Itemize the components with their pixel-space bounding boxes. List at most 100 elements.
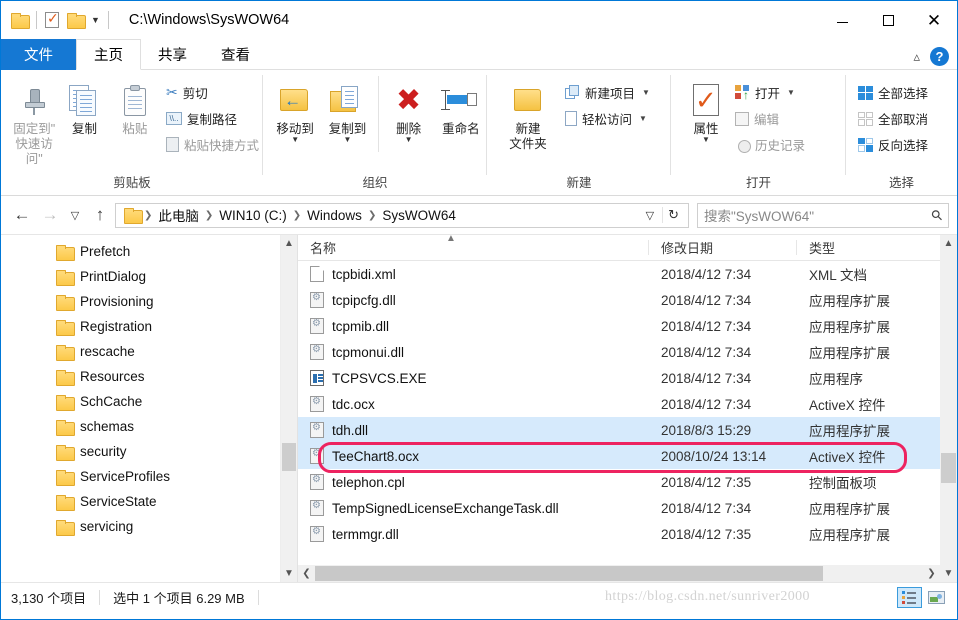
copy-path-icon: \\.. xyxy=(165,112,182,125)
tab-file[interactable]: 文件 xyxy=(1,39,76,70)
table-row[interactable]: tcpmib.dll 2018/4/12 7:34 应用程序扩展 xyxy=(298,313,957,339)
recent-locations-button[interactable]: ▽ xyxy=(65,202,85,228)
chevron-up-icon[interactable]: ▵ xyxy=(913,49,920,65)
copy-path-button[interactable]: \\.. 复制路径 xyxy=(165,107,263,130)
scroll-up-icon[interactable]: ▲ xyxy=(281,235,297,252)
table-row[interactable]: TempSignedLicenseExchangeTask.dll 2018/4… xyxy=(298,495,957,521)
breadcrumb-item-win10-c[interactable]: WIN10 (C:) xyxy=(216,208,290,223)
folder-icon xyxy=(56,244,75,261)
close-button[interactable]: ✕ xyxy=(911,1,957,39)
nav-item-rescache[interactable]: rescache xyxy=(1,339,297,364)
table-row[interactable]: tdh.dll 2018/8/3 15:29 应用程序扩展 xyxy=(298,417,957,443)
column-header-date[interactable]: 修改日期 xyxy=(649,235,797,260)
new-folder-icon[interactable] xyxy=(67,13,86,29)
breadcrumb-item-syswow64[interactable]: SysWOW64 xyxy=(379,208,459,223)
ribbon: 固定到" 快速访问" 复制 粘贴 ✂ 剪切 \\.. 复制路径 粘贴快捷方式 剪… xyxy=(1,70,957,196)
move-to-icon: ← xyxy=(278,80,312,122)
new-item-button[interactable]: 新建项目 ▼ xyxy=(565,81,654,104)
paste-button[interactable]: 粘贴 xyxy=(110,76,160,137)
maximize-button[interactable] xyxy=(865,1,911,39)
nav-item-resources[interactable]: Resources xyxy=(1,364,297,389)
nav-item-security[interactable]: security xyxy=(1,439,297,464)
copy-to-button[interactable]: 复制到 ▼ xyxy=(321,76,373,144)
table-row[interactable]: telephon.cpl 2018/4/12 7:35 控制面板项 xyxy=(298,469,957,495)
tab-view[interactable]: 查看 xyxy=(204,39,267,70)
nav-item-provisioning[interactable]: Provisioning xyxy=(1,289,297,314)
scroll-up-icon[interactable]: ▲ xyxy=(940,235,957,252)
item-count: 3,130 个项目 xyxy=(11,590,87,606)
table-row[interactable]: tcpbidi.xml 2018/4/12 7:34 XML 文档 xyxy=(298,261,957,287)
delete-button[interactable]: ✖ 删除 ▼ xyxy=(382,76,434,144)
copy-button[interactable]: 复制 xyxy=(59,76,109,137)
tab-share[interactable]: 共享 xyxy=(141,39,204,70)
search-box[interactable]: 搜索"SysWOW64" ⚲ xyxy=(697,202,949,228)
horizontal-scrollbar[interactable]: ❮ ❯ xyxy=(298,565,940,582)
breadcrumb[interactable]: ❯ 此电脑 ❯ WIN10 (C:) ❯ Windows ❯ SysWOW64 … xyxy=(115,202,689,228)
nav-item-serviceprofiles[interactable]: ServiceProfiles xyxy=(1,464,297,489)
scroll-down-icon[interactable]: ▼ xyxy=(281,565,297,582)
history-button[interactable]: 历史记录 xyxy=(735,133,809,156)
new-folder-button[interactable]: 新建 文件夹 xyxy=(495,76,561,152)
ocx-file-icon xyxy=(310,448,324,464)
help-icon[interactable]: ? xyxy=(930,47,949,66)
chevron-down-icon[interactable]: ▼ xyxy=(91,15,100,25)
table-row[interactable]: TCPSVCS.EXE 2018/4/12 7:34 应用程序 xyxy=(298,365,957,391)
scroll-down-icon[interactable]: ▼ xyxy=(940,565,957,582)
select-all-button[interactable]: 全部选择 xyxy=(858,81,932,104)
nav-item-label: servicing xyxy=(80,519,134,534)
folder-icon[interactable] xyxy=(11,13,30,29)
file-list-scrollbar[interactable]: ▲ ▼ xyxy=(940,235,957,582)
rename-button[interactable]: 重命名 xyxy=(435,76,487,137)
back-button[interactable]: ← xyxy=(9,202,35,228)
folder-icon xyxy=(56,419,75,436)
column-header-name[interactable]: 名称 xyxy=(298,235,649,260)
table-row[interactable]: tdc.ocx 2018/4/12 7:34 ActiveX 控件 xyxy=(298,391,957,417)
paste-shortcut-button[interactable]: 粘贴快捷方式 xyxy=(165,133,263,156)
properties-button[interactable]: ✓ 属性 ▼ xyxy=(681,76,731,144)
column-header-type[interactable]: 类型 xyxy=(797,235,923,260)
file-date: 2008/10/24 13:14 xyxy=(661,448,767,464)
up-button[interactable]: ↑ xyxy=(87,202,113,228)
nav-item-printdialog[interactable]: PrintDialog xyxy=(1,264,297,289)
scroll-left-icon[interactable]: ❮ xyxy=(298,568,315,579)
table-row[interactable]: termmgr.dll 2018/4/12 7:35 应用程序扩展 xyxy=(298,521,957,547)
address-dropdown-button[interactable]: ▽ xyxy=(640,209,660,222)
search-input[interactable]: 搜索"SysWOW64" xyxy=(704,205,932,225)
cut-button[interactable]: ✂ 剪切 xyxy=(166,81,263,104)
minimize-button[interactable] xyxy=(819,1,865,39)
selection-info: 选中 1 个项目 6.29 MB xyxy=(113,590,245,606)
table-row[interactable]: tcpipcfg.dll 2018/4/12 7:34 应用程序扩展 xyxy=(298,287,957,313)
edit-button[interactable]: 编辑 xyxy=(735,107,809,130)
easy-access-icon xyxy=(565,111,577,126)
open-button[interactable]: ↑ 打开 ▼ xyxy=(735,81,809,104)
large-icons-view-button[interactable] xyxy=(924,587,949,608)
file-scrollbar-thumb[interactable] xyxy=(941,453,956,483)
nav-item-servicestate[interactable]: ServiceState xyxy=(1,489,297,514)
breadcrumb-item-this-pc[interactable]: 此电脑 xyxy=(155,205,202,225)
nav-item-schemas[interactable]: schemas xyxy=(1,414,297,439)
invert-selection-button[interactable]: 反向选择 xyxy=(858,133,932,156)
nav-scrollbar[interactable]: ▲ ▼ xyxy=(280,235,297,582)
nav-item-schcache[interactable]: SchCache xyxy=(1,389,297,414)
scroll-right-icon[interactable]: ❯ xyxy=(923,568,940,579)
explorer-window: ▼ C:\Windows\SysWOW64 ✕ 文件 主页 共享 查看 ▵ ? … xyxy=(0,0,958,620)
pin-to-quick-access-button[interactable]: 固定到" 快速访问" xyxy=(9,76,59,167)
forward-button[interactable]: → xyxy=(37,202,63,228)
easy-access-button[interactable]: 轻松访问 ▼ xyxy=(565,107,654,130)
table-row[interactable]: tcpmonui.dll 2018/4/12 7:34 应用程序扩展 xyxy=(298,339,957,365)
refresh-button[interactable]: ↻ xyxy=(662,207,684,223)
move-to-button[interactable]: ← 移动到 ▼ xyxy=(269,76,321,144)
table-row[interactable]: TeeChart8.ocx 2008/10/24 13:14 ActiveX 控… xyxy=(298,443,957,469)
horizontal-scrollbar-thumb[interactable] xyxy=(315,566,823,581)
nav-item-prefetch[interactable]: Prefetch xyxy=(1,239,297,264)
breadcrumb-item-windows[interactable]: Windows xyxy=(304,208,365,223)
select-none-button[interactable]: 全部取消 xyxy=(858,107,932,130)
nav-item-registration[interactable]: Registration xyxy=(1,314,297,339)
tab-home[interactable]: 主页 xyxy=(76,39,141,70)
properties-icon[interactable] xyxy=(45,10,59,28)
details-view-button[interactable] xyxy=(897,587,922,608)
nav-item-servicing[interactable]: servicing xyxy=(1,514,297,539)
title-bar: ▼ C:\Windows\SysWOW64 ✕ xyxy=(1,1,957,39)
nav-scrollbar-thumb[interactable] xyxy=(282,443,296,471)
invert-selection-icon xyxy=(858,137,873,152)
